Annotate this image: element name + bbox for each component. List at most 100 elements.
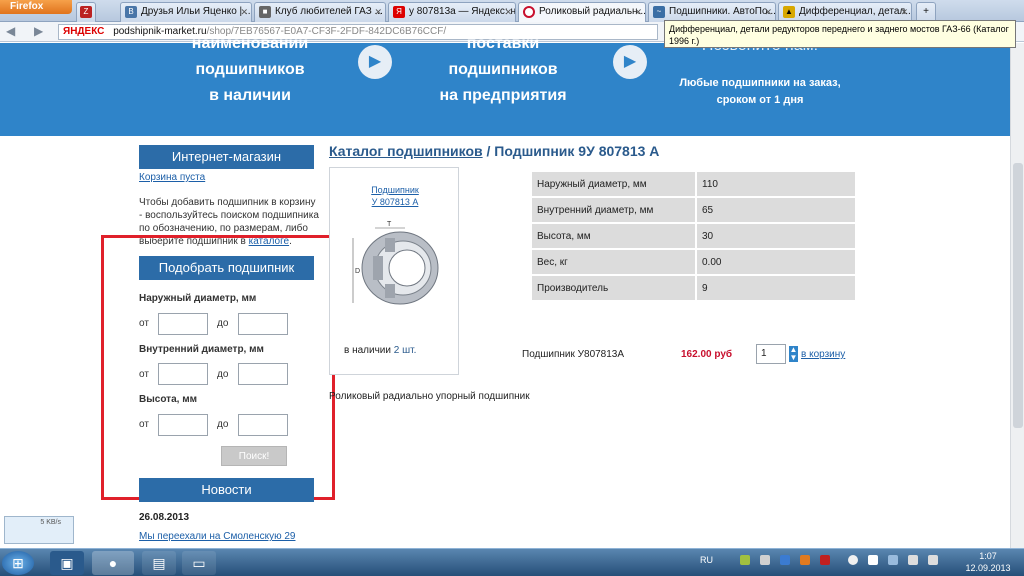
tray-app-icon[interactable] (848, 555, 858, 565)
banner-stock-block: наименований подшипников в наличии (170, 31, 330, 109)
yandex-logo: ЯНДЕКС (63, 26, 105, 37)
tray-app-icon[interactable] (800, 555, 810, 565)
tab-tooltip: Дифференциал, детали редукторов переднег… (664, 20, 1016, 48)
cart-empty-link[interactable]: Корзина пуста (139, 172, 205, 183)
spec-key: Наружный диаметр, мм (532, 172, 695, 196)
tab-label: Дифференциал, детал... (799, 6, 912, 17)
back-arrow-icon[interactable]: ◀ (6, 24, 15, 38)
news-title: Новости (139, 478, 314, 502)
forum-icon: ■ (259, 6, 271, 18)
close-icon[interactable]: ✕ (764, 3, 772, 21)
firefox-taskbar-icon[interactable]: ● (92, 551, 134, 575)
drawing-label: T (387, 221, 392, 228)
tab-avto[interactable]: ~ Подшипники. АвтоПо... ✕ (648, 2, 776, 22)
site-icon (523, 6, 535, 18)
tab-label: Подшипники. АвтоПо... (669, 6, 776, 17)
breadcrumb: Каталог подшипников / Подшипник 9У 80781… (329, 143, 659, 159)
inner-min-input[interactable] (158, 363, 208, 385)
news-link[interactable]: Мы переехали на Смоленскую 29 (139, 531, 296, 542)
table-row: Производитель 9 (532, 276, 855, 300)
tab-differential[interactable]: ▲ Дифференциал, детал... ✕ (778, 2, 912, 22)
site-banner: наименований подшипников в наличии ▶ пос… (0, 35, 1010, 136)
add-to-cart-link[interactable]: в корзину (801, 349, 845, 360)
tray-app-icon[interactable] (780, 555, 790, 565)
tab-label: Клуб любителей ГАЗ ... (275, 6, 383, 17)
browser-tab-bar: Firefox Z B Друзья Ильи Яценко | ... ✕ ■ Кл… (0, 0, 1024, 22)
window-icon[interactable]: ▭ (182, 551, 216, 575)
clock-date: 12.09.2013 (965, 563, 1011, 573)
language-indicator[interactable]: RU (700, 555, 713, 565)
product-card-title-line[interactable]: У 807813 А (330, 196, 460, 208)
spec-value: 65 (697, 198, 855, 222)
spec-key: Производитель (532, 276, 695, 300)
spec-value: 0.00 (697, 250, 855, 274)
scroll-thumb[interactable] (1013, 163, 1023, 428)
spec-key: Высота, мм (532, 224, 695, 248)
page-scrollbar[interactable] (1010, 43, 1024, 550)
network-speed-widget: 5 KB/s (4, 516, 74, 544)
banner-delivery-block: поставки подшипников на предприятия (418, 31, 588, 109)
spec-value: 30 (697, 224, 855, 248)
tab-active-product[interactable]: Роликовый радиальн... ✕ (518, 2, 646, 22)
stock-prefix: в наличии (344, 345, 391, 356)
spec-value: 9 (697, 276, 855, 300)
tab-yandex-search[interactable]: Яу 807813а — Яндекс: н... ✕ (388, 2, 516, 22)
tray-app-icon[interactable] (740, 555, 750, 565)
height-max-input[interactable] (238, 414, 288, 436)
to-label: до (217, 419, 229, 430)
news-date: 26.08.2013 (139, 512, 190, 523)
close-icon[interactable]: ✕ (240, 3, 248, 21)
outer-max-input[interactable] (238, 313, 288, 335)
forward-arrow-icon[interactable]: ▶ (34, 24, 43, 38)
clock[interactable]: 1:07 12.09.2013 (962, 550, 1014, 574)
search-button[interactable]: Поиск! (221, 446, 287, 466)
start-button[interactable]: ⊞ (2, 551, 34, 575)
warning-icon: ▲ (783, 6, 795, 18)
height-min-input[interactable] (158, 414, 208, 436)
tray-app-icon[interactable] (868, 555, 878, 565)
banner-text: подшипников (448, 61, 558, 78)
folder-icon[interactable]: ▤ (142, 551, 176, 575)
stock-count: 2 шт. (393, 345, 417, 356)
pinned-tab[interactable]: Z (76, 2, 96, 22)
close-icon[interactable]: ✕ (374, 3, 382, 21)
quantity-input[interactable]: 1 (756, 344, 786, 364)
speaker-icon[interactable] (908, 555, 918, 565)
to-label: до (217, 369, 229, 380)
spec-value: 110 (697, 172, 855, 196)
tray-app-icon[interactable] (760, 555, 770, 565)
inner-max-input[interactable] (238, 363, 288, 385)
yandex-icon: Я (393, 6, 405, 18)
tray-app-icon[interactable] (820, 555, 830, 565)
save-disk-icon[interactable]: ▣ (50, 551, 84, 575)
buy-product-name: Подшипник У807813А (522, 349, 625, 360)
breadcrumb-catalog-link[interactable]: Каталог подшипников (329, 143, 483, 159)
arrow-right-icon: ▶ (613, 45, 647, 79)
network-icon[interactable] (888, 555, 898, 565)
product-card-title[interactable]: Подшипник У 807813 А (330, 184, 460, 208)
zoom-icon: Z (80, 6, 92, 18)
new-tab-button[interactable]: + (916, 2, 936, 22)
close-icon[interactable]: ✕ (634, 3, 642, 21)
firefox-menu-button[interactable]: Firefox (0, 0, 72, 14)
table-row: Наружный диаметр, мм 110 (532, 172, 855, 196)
tab-gaz-club[interactable]: ■ Клуб любителей ГАЗ ... ✕ (254, 2, 386, 22)
tray-app-icon[interactable] (928, 555, 938, 565)
page-icon: ~ (653, 6, 665, 18)
tab-label: Роликовый радиальн... (539, 6, 646, 17)
roller (385, 238, 395, 252)
spec-key: Внутренний диаметр, мм (532, 198, 695, 222)
height-label: Высота, мм (139, 394, 197, 405)
quantity-stepper-icon[interactable]: ▲ ▼ (789, 346, 798, 362)
tab-vk[interactable]: B Друзья Ильи Яценко | ... ✕ (120, 2, 252, 22)
close-icon[interactable]: ✕ (900, 3, 908, 21)
close-icon[interactable]: ✕ (504, 3, 512, 21)
product-card: Подшипник У 807813 А T D d в наличии 2 ш… (329, 167, 459, 375)
outer-min-input[interactable] (158, 313, 208, 335)
stock-status: в наличии 2 шт. (344, 345, 416, 356)
roller (385, 284, 395, 298)
from-label: от (139, 369, 149, 380)
product-card-title-line[interactable]: Подшипник (330, 184, 460, 196)
from-label: от (139, 419, 149, 430)
banner-subtext: Любые подшипники на заказ, (679, 77, 841, 89)
